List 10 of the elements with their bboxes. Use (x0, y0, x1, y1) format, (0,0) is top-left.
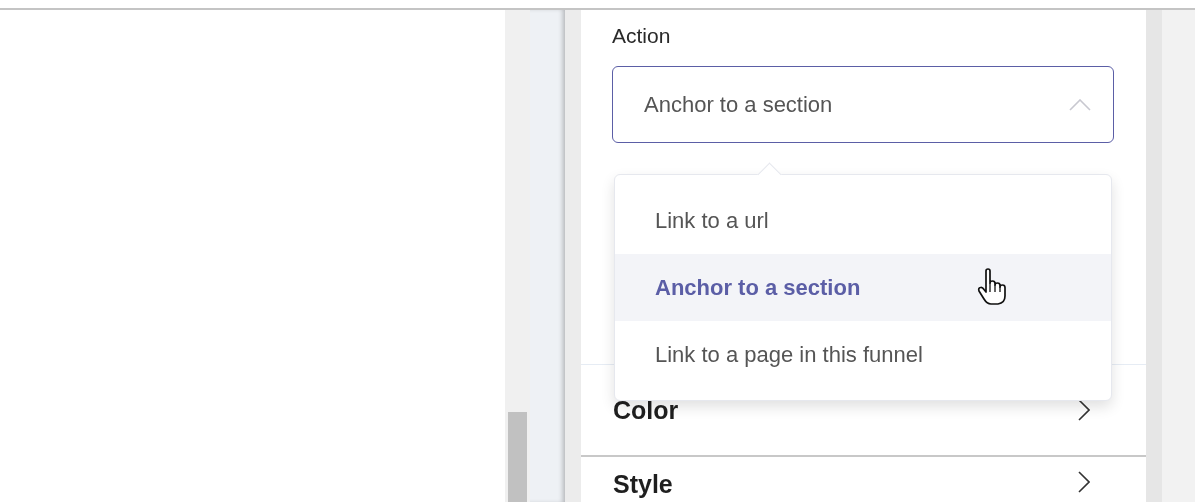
field-label: Action (612, 24, 671, 48)
action-dropdown[interactable]: Anchor to a section (612, 66, 1114, 143)
scrollbar[interactable] (505, 10, 530, 502)
menu-option[interactable]: Anchor to a section (615, 254, 1111, 321)
chevron-icon (1069, 98, 1091, 111)
menu-option[interactable]: Link to a url (615, 187, 1111, 254)
chevron-right-icon (1078, 471, 1090, 493)
chevron-right-icon (1078, 399, 1090, 421)
scrollbar-thumb[interactable] (508, 412, 527, 502)
hand-cursor-icon (977, 268, 1007, 306)
